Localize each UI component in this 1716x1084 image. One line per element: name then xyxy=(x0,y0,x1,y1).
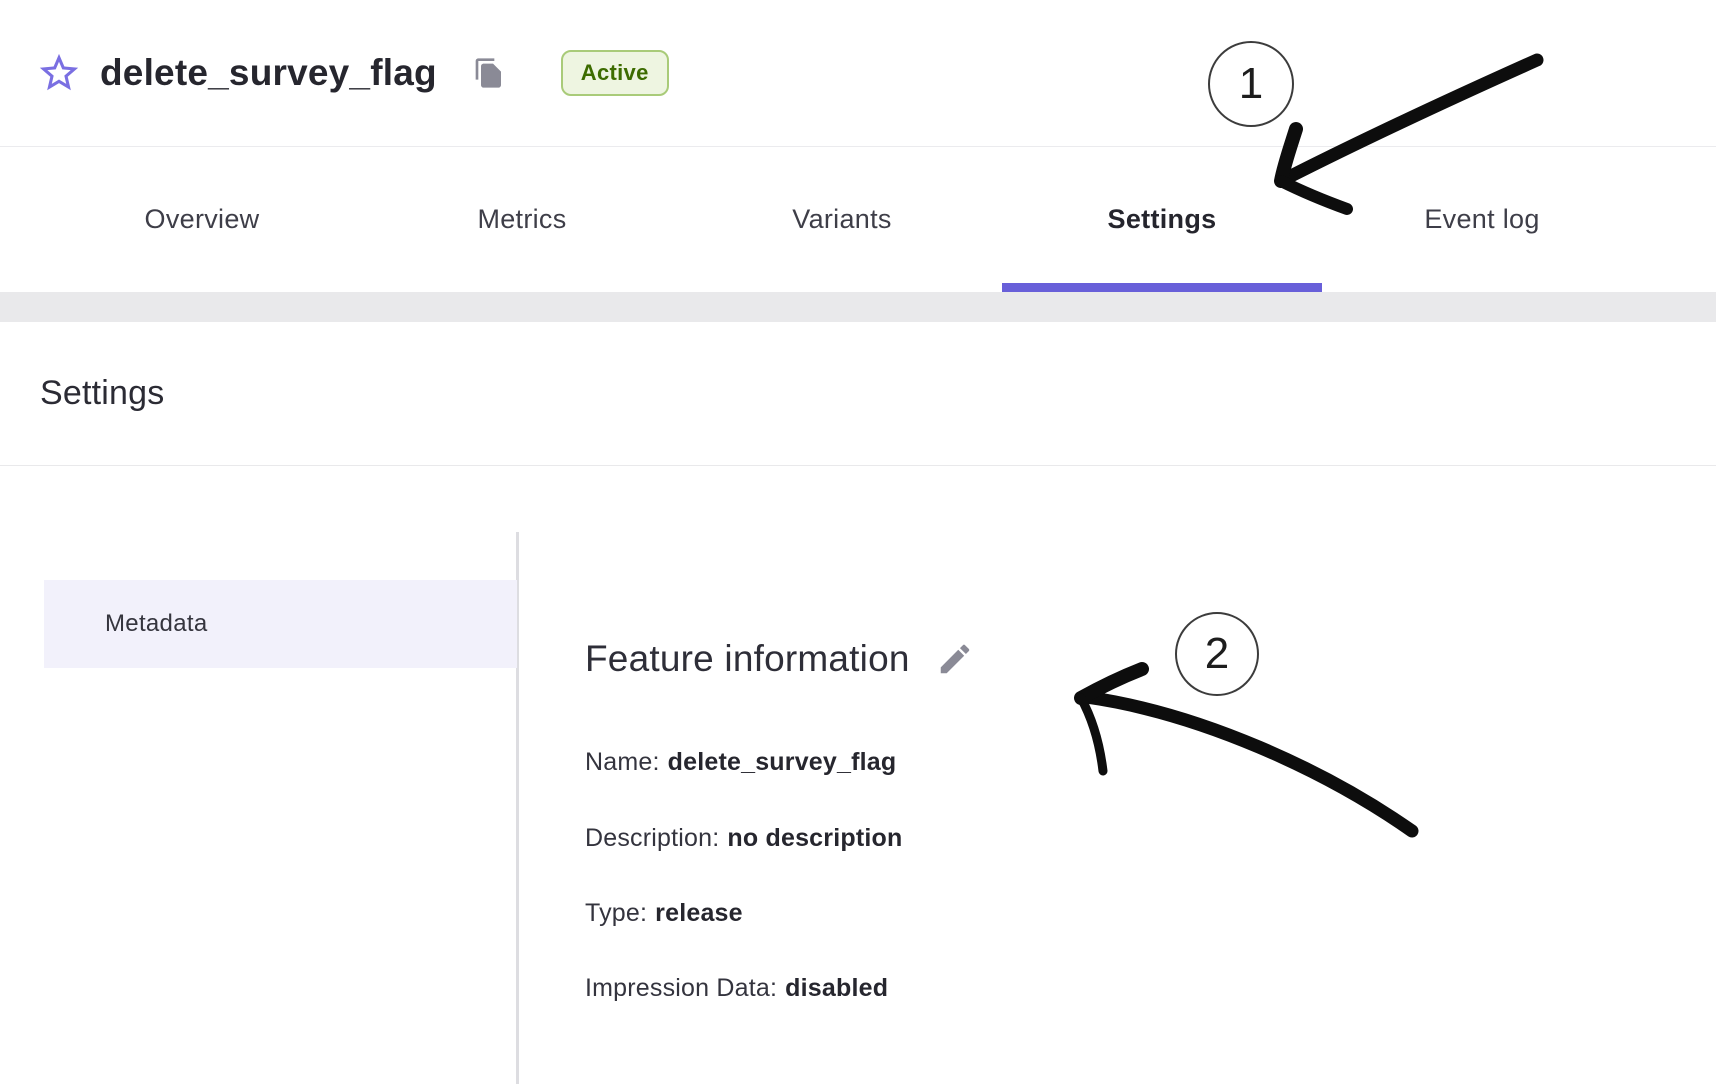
feature-information-title: Feature information xyxy=(585,638,910,680)
tab-event-log[interactable]: Event log xyxy=(1322,147,1642,292)
info-row-impression-data: Impression Data:disabled xyxy=(585,974,888,1003)
pencil-icon xyxy=(936,640,974,678)
copy-icon xyxy=(473,57,505,89)
tab-overview[interactable]: Overview xyxy=(42,147,362,292)
info-row-type: Type:release xyxy=(585,899,743,928)
page-title: Settings xyxy=(40,374,164,413)
copy-name-button[interactable] xyxy=(473,57,505,89)
tab-settings[interactable]: Settings xyxy=(1002,147,1322,292)
tab-metrics[interactable]: Metrics xyxy=(362,147,682,292)
flag-name-title: delete_survey_flag xyxy=(100,52,437,94)
separator-band xyxy=(0,292,1716,322)
sidebar-item-metadata[interactable]: Metadata xyxy=(44,580,517,668)
settings-section-header: Settings xyxy=(0,322,1716,466)
info-row-name: Name:delete_survey_flag xyxy=(585,748,896,777)
star-outline-icon xyxy=(36,50,82,96)
info-row-description: Description:no description xyxy=(585,824,902,853)
active-tab-indicator xyxy=(1002,283,1322,292)
settings-content: Metadata Feature information Name:delete… xyxy=(0,466,1716,1084)
feature-information-header: Feature information xyxy=(585,638,974,680)
flag-tabs: Overview Metrics Variants Settings Event… xyxy=(0,147,1716,292)
feature-flag-page: delete_survey_flag Active Overview Metri… xyxy=(0,0,1716,1084)
tab-variants[interactable]: Variants xyxy=(682,147,1002,292)
edit-feature-button[interactable] xyxy=(936,640,974,678)
page-header: delete_survey_flag Active xyxy=(0,0,1716,147)
status-badge: Active xyxy=(561,50,669,96)
favorite-star-button[interactable] xyxy=(36,50,82,96)
